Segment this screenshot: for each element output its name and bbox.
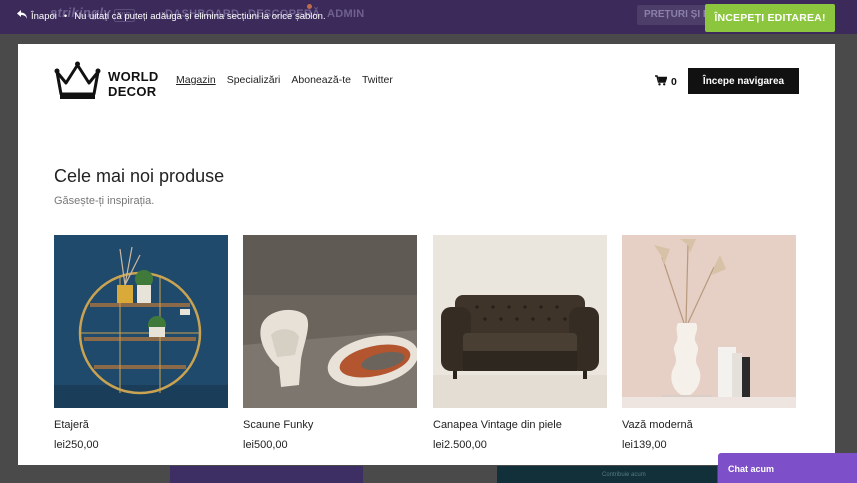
product-price: lei250,00 [54,439,99,451]
product-name[interactable]: Etajeră [54,419,228,431]
product-name[interactable]: Vază modernă [622,419,796,431]
nav-admin: ADMIN [327,8,365,20]
nav-item-specializations[interactable]: Specializări [227,74,281,86]
product-card-vase[interactable]: Vază modernă lei139,00 [622,235,796,451]
back-link[interactable]: Înapoi • Nu uitați că puteți adăuga și e… [17,10,326,22]
background-footer-text: Contribuie acum [602,472,646,478]
product-price: lei139,00 [622,439,667,451]
brand-line-1: WORLD [108,68,159,84]
notification-dot [307,4,312,9]
background-section-right: Contribuie acum [497,466,717,483]
chat-now-button[interactable]: Chat acum [718,453,857,483]
editor-top-bar: strikingly VIP DASHBOARD DESCOPERĂ ADMIN… [0,0,857,34]
back-label[interactable]: Înapoi [31,11,57,22]
editor-hint: Nu uitați că puteți adăuga și elimina se… [74,10,326,22]
cart-count: 0 [671,76,677,88]
nav-item-shop[interactable]: Magazin [176,74,216,86]
product-name[interactable]: Canapea Vintage din piele [433,419,607,431]
start-browsing-button[interactable]: Începe navigarea [688,68,799,94]
product-price: lei2.500,00 [433,439,487,451]
product-image-shelf[interactable] [54,235,228,408]
background-section-left [170,466,363,483]
product-card-shelf[interactable]: Etajeră lei250,00 [54,235,228,451]
product-image-sofa[interactable] [433,235,607,408]
template-preview: WORLD DECOR Magazin Specializări Aboneaz… [18,44,835,465]
brand-name: WORLD DECOR [108,69,159,99]
section-subtitle: Găsește-ți inspirația. [54,195,155,207]
product-card-sofa[interactable]: Canapea Vintage din piele lei2.500,00 [433,235,607,451]
product-price: lei500,00 [243,439,288,451]
separator-dot: • [63,10,68,22]
site-nav: Magazin Specializări Abonează-te Twitter [176,74,393,86]
brand-line-2: DECOR [108,83,157,99]
product-image-vase[interactable] [622,235,796,408]
back-arrow-icon [17,10,27,22]
start-editing-button[interactable]: ÎNCEPEȚI EDITAREA! [705,4,835,32]
product-name[interactable]: Scaune Funky [243,419,417,431]
cart-link[interactable]: 0 [655,75,677,89]
nav-item-subscribe[interactable]: Abonează-te [291,74,351,86]
cart-icon [655,75,668,89]
product-image-chairs[interactable] [243,235,417,408]
site-brand[interactable]: WORLD DECOR [54,61,159,106]
product-card-chairs[interactable]: Scaune Funky lei500,00 [243,235,417,451]
section-title: Cele mai noi produse [54,166,225,186]
nav-item-twitter[interactable]: Twitter [362,74,393,86]
crown-icon [54,61,101,106]
